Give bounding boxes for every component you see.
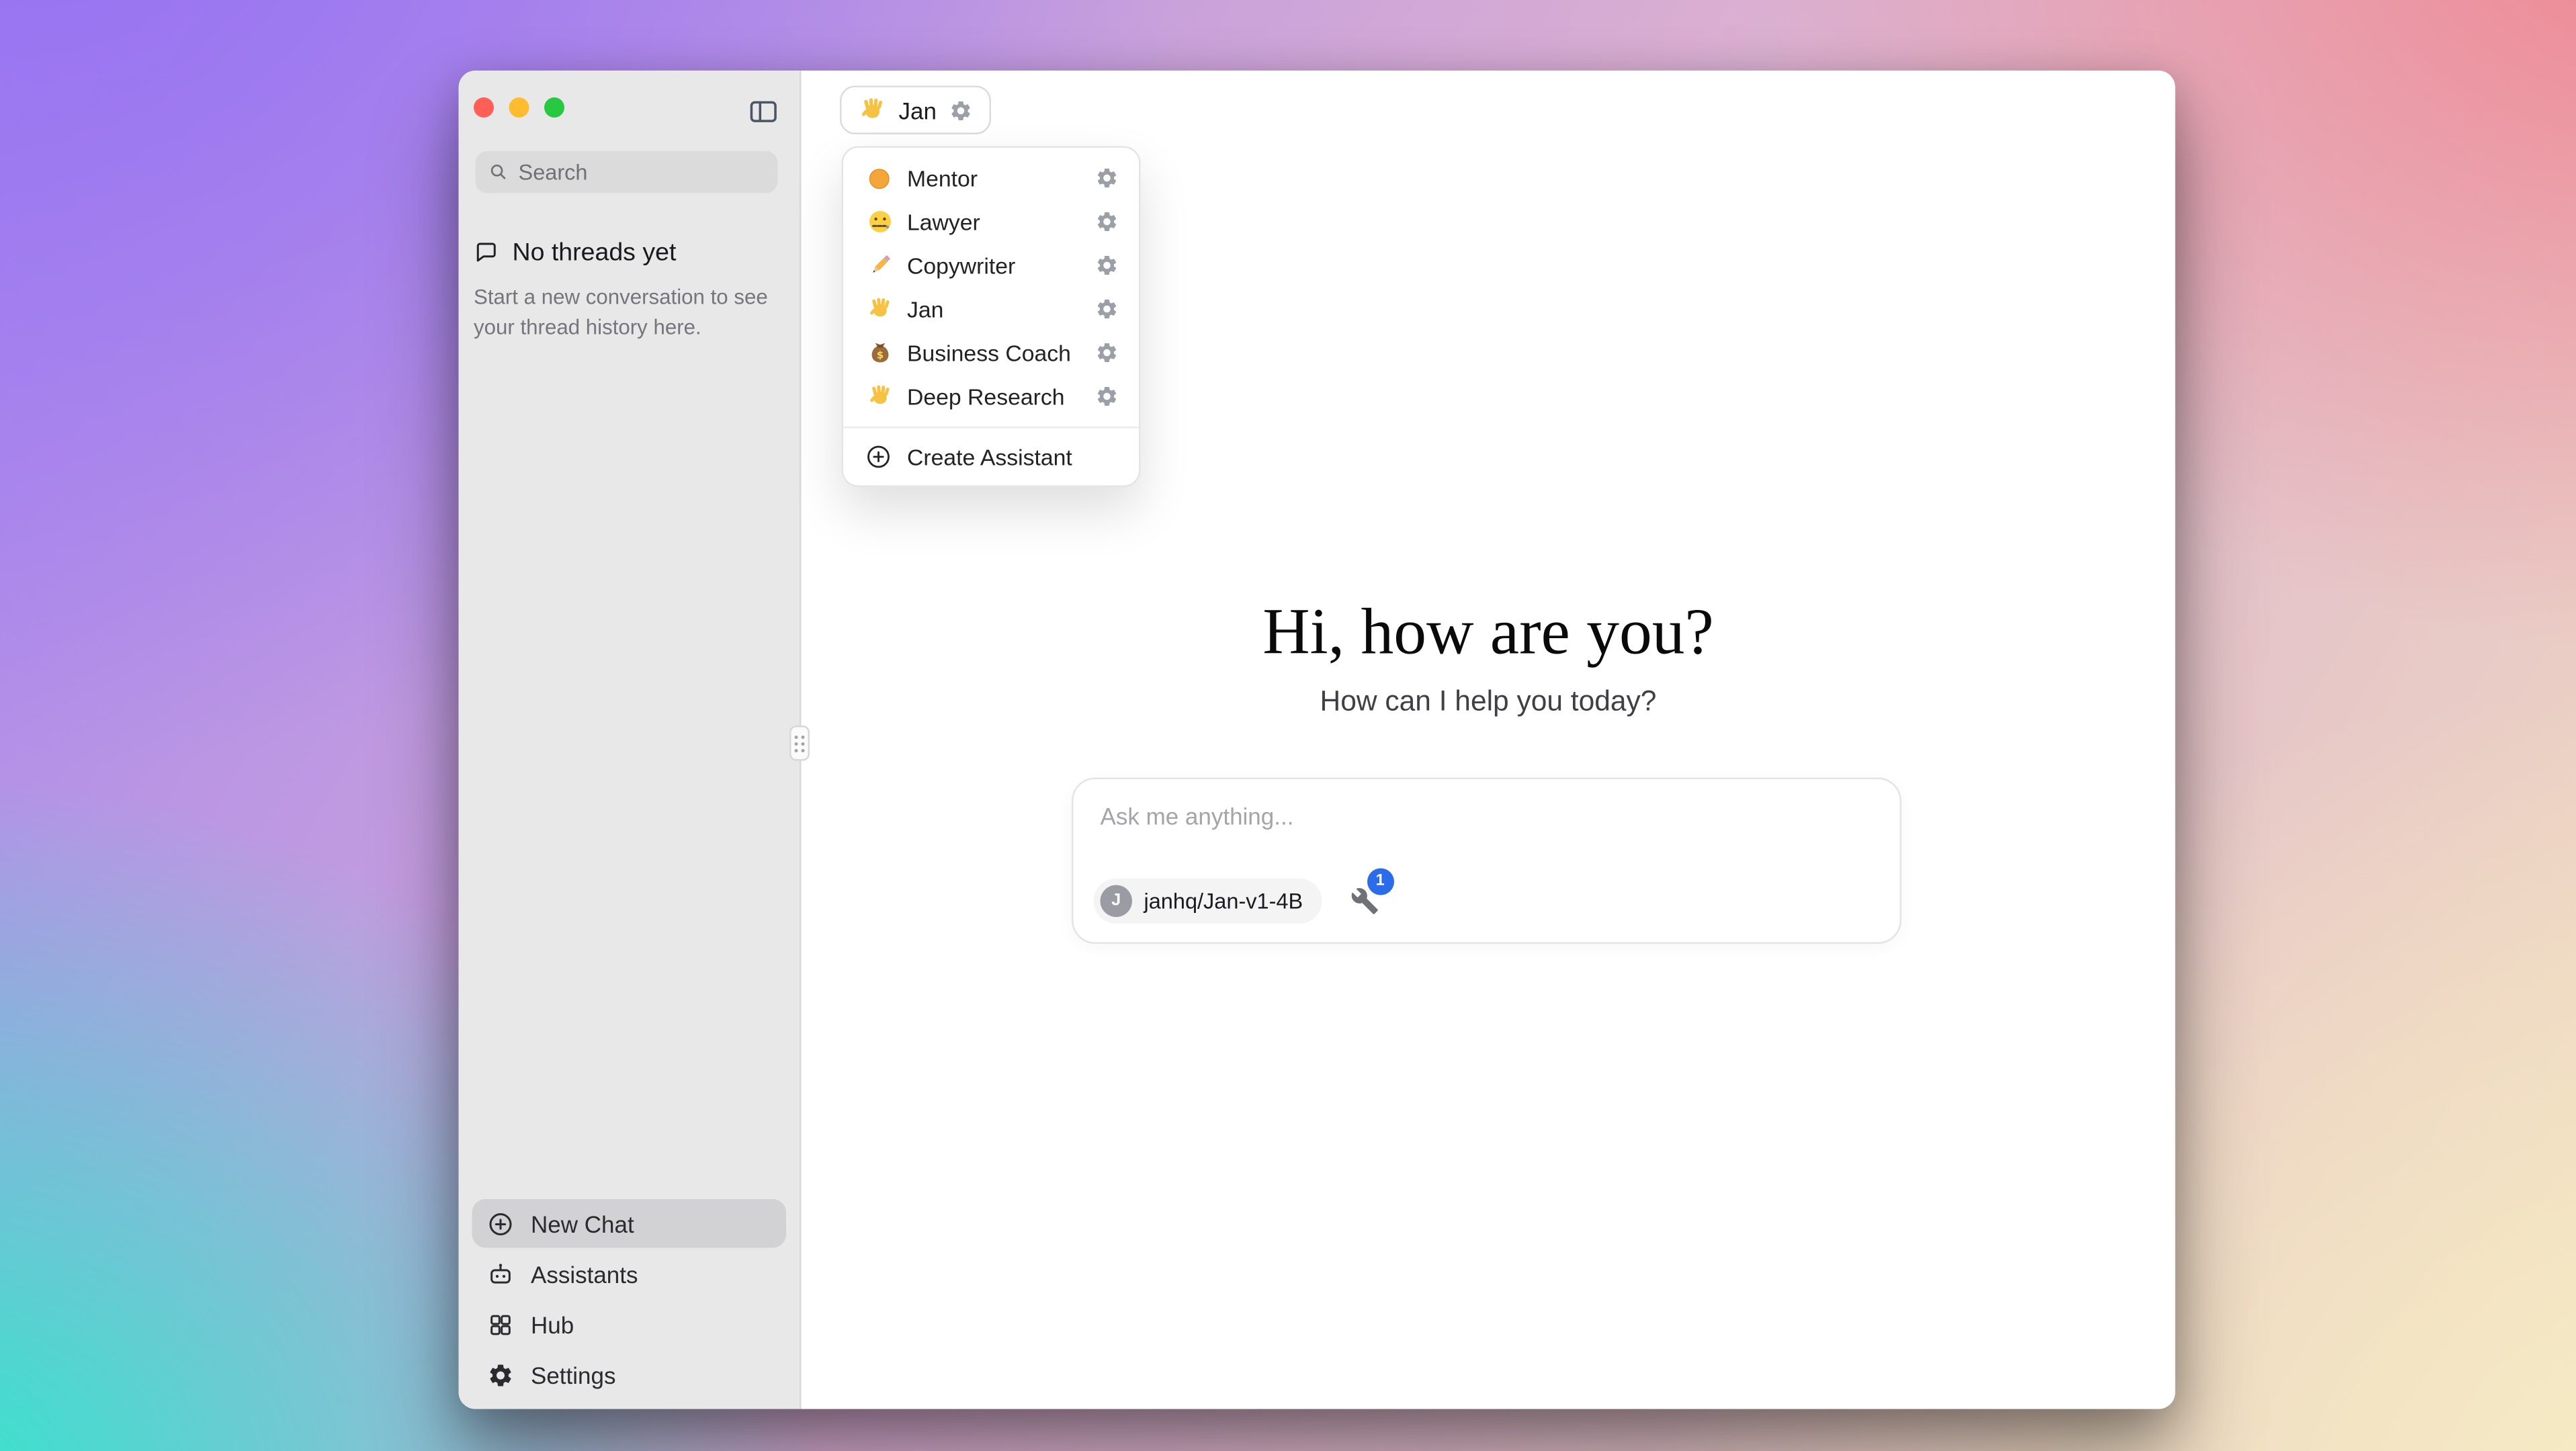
sidebar-resize-handle[interactable] <box>789 726 810 761</box>
waving-hand-emoji-icon <box>866 383 893 410</box>
assistant-selector-label: Jan <box>899 97 937 124</box>
sidebar: No threads yet Start a new conversation … <box>459 71 800 1409</box>
gear-icon <box>1095 167 1119 190</box>
gear-icon[interactable] <box>948 98 972 122</box>
sidebar-item-settings[interactable]: Settings <box>472 1350 787 1399</box>
gear-icon <box>1095 210 1119 234</box>
search-input[interactable] <box>519 160 765 185</box>
sidebar-item-hub[interactable]: Hub <box>472 1300 787 1349</box>
model-name-label: janhq/Jan-v1-4B <box>1144 889 1303 914</box>
main-panel: Jan Mentor <box>800 71 2176 1409</box>
tools-count-badge: 1 <box>1367 867 1393 894</box>
sidebar-item-assistants[interactable]: Assistants <box>472 1249 787 1299</box>
window-controls <box>474 97 564 118</box>
assistant-settings-button[interactable] <box>1095 167 1119 190</box>
grid-icon <box>486 1311 513 1337</box>
assistant-item-label: Jan <box>907 296 943 322</box>
chat-bubble-icon <box>474 240 499 266</box>
assistant-item-label: Copywriter <box>907 253 1015 278</box>
gear-icon <box>1095 341 1119 365</box>
waving-hand-emoji-icon <box>866 296 893 322</box>
plus-circle-icon <box>865 443 892 470</box>
create-assistant-label: Create Assistant <box>907 444 1072 470</box>
close-window-button[interactable] <box>474 97 494 118</box>
app-window: No threads yet Start a new conversation … <box>459 71 2176 1409</box>
sidebar-item-label: New Chat <box>531 1210 634 1237</box>
model-avatar: J <box>1101 885 1133 918</box>
minimize-window-button[interactable] <box>509 97 529 118</box>
assistant-item-label: Mentor <box>907 165 978 191</box>
sidebar-item-label: Assistants <box>531 1260 638 1287</box>
assistant-settings-button[interactable] <box>1095 210 1119 234</box>
gear-icon <box>486 1361 513 1388</box>
bot-icon <box>486 1260 513 1287</box>
search-box[interactable] <box>476 151 778 193</box>
panel-left-icon <box>746 95 779 127</box>
sidebar-item-new-chat[interactable]: New Chat <box>472 1199 787 1248</box>
gear-icon <box>1095 254 1119 277</box>
empty-state-title: No threads yet <box>513 238 677 267</box>
waving-hand-emoji-icon <box>859 96 888 125</box>
assistant-item-label: Business Coach <box>907 340 1071 365</box>
assistant-selector-button[interactable]: Jan <box>840 86 990 135</box>
zoom-window-button[interactable] <box>544 97 564 118</box>
orange-circle-emoji-icon <box>867 165 892 191</box>
assistant-item-label: Lawyer <box>907 209 980 234</box>
assistant-item-deep-research[interactable]: Deep Research <box>843 375 1139 419</box>
assistant-item-copywriter[interactable]: Copywriter <box>843 244 1139 288</box>
assistant-dropdown: Mentor Lawyer <box>842 146 1141 488</box>
plus-circle-icon <box>486 1210 513 1237</box>
assistant-settings-button[interactable] <box>1095 385 1119 408</box>
greeting-subtitle: How can I help you today? <box>802 685 2176 719</box>
grip-dots-icon <box>795 735 805 752</box>
assistant-item-label: Deep Research <box>907 384 1065 409</box>
composer-toolbar: J janhq/Jan-v1-4B 1 <box>1094 879 1382 924</box>
assistant-item-jan[interactable]: Jan <box>843 288 1139 331</box>
create-assistant-button[interactable]: Create Assistant <box>843 429 1139 486</box>
chat-input[interactable] <box>1074 779 1900 853</box>
zipper-mouth-face-emoji-icon <box>866 208 893 235</box>
gear-icon <box>1095 298 1119 321</box>
assistant-settings-button[interactable] <box>1095 341 1119 365</box>
assistant-item-business-coach[interactable]: $ Business Coach <box>843 331 1139 375</box>
sidebar-item-label: Hub <box>531 1311 574 1337</box>
assistant-item-mentor[interactable]: Mentor <box>843 157 1139 200</box>
sidebar-item-label: Settings <box>531 1361 615 1388</box>
sidebar-toggle-button[interactable] <box>744 93 781 130</box>
assistant-settings-button[interactable] <box>1095 298 1119 321</box>
pencil-emoji-icon <box>866 252 893 279</box>
money-bag-emoji-icon: $ <box>866 339 893 366</box>
chat-composer: J janhq/Jan-v1-4B 1 <box>1072 778 1901 944</box>
greeting-heading: Hi, how are you? <box>802 595 2176 670</box>
svg-text:$: $ <box>876 349 883 361</box>
tools-button[interactable]: 1 <box>1348 884 1382 918</box>
gear-icon <box>1095 385 1119 408</box>
empty-state-description: Start a new conversation to see your thr… <box>474 282 785 343</box>
sidebar-nav: New Chat Assistants <box>472 1199 787 1399</box>
search-icon <box>489 161 509 183</box>
model-selector-button[interactable]: J janhq/Jan-v1-4B <box>1094 879 1322 924</box>
thread-empty-state: No threads yet Start a new conversation … <box>474 238 785 343</box>
assistant-item-lawyer[interactable]: Lawyer <box>843 200 1139 244</box>
desktop-background: No threads yet Start a new conversation … <box>0 0 2576 1451</box>
assistant-settings-button[interactable] <box>1095 254 1119 277</box>
